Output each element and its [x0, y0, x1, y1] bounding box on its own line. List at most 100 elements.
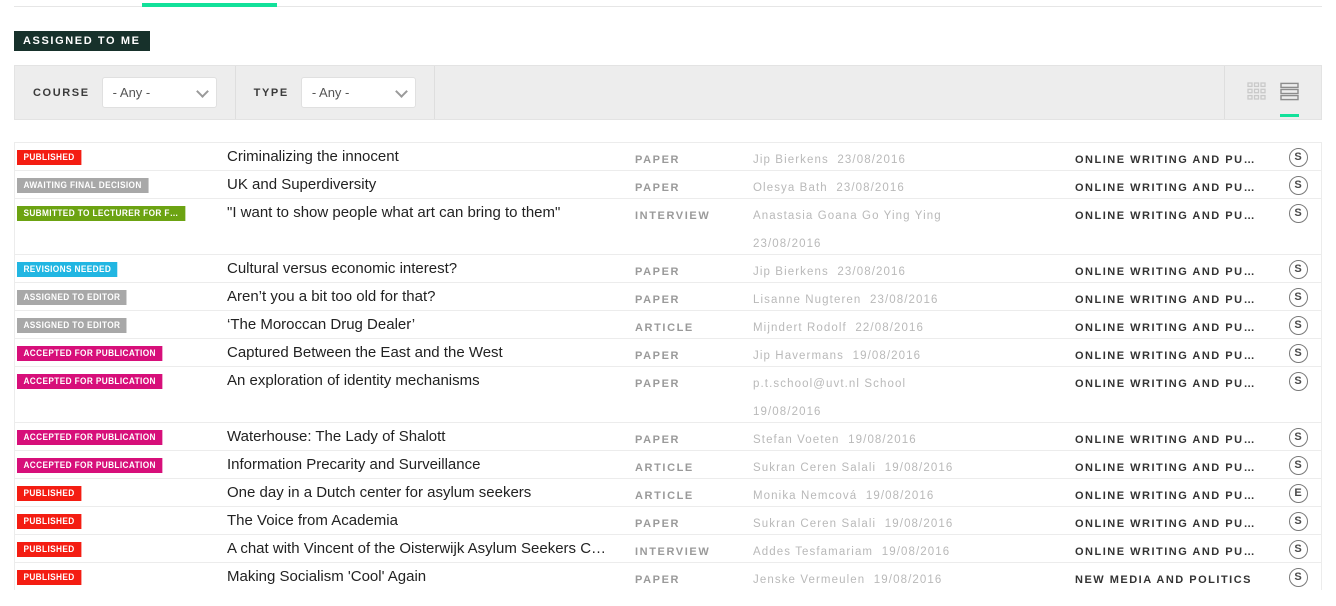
meta-cell: Jip Bierkens 23/08/2016	[753, 143, 1075, 169]
course-label: ONLINE WRITING AND PU…	[1075, 546, 1257, 559]
table-row[interactable]: PUBLISHED Criminalizing the innocent PAPER…	[15, 142, 1321, 170]
role-badge-icon[interactable]: S	[1288, 260, 1308, 280]
assignment-title-link[interactable]: One day in a Dutch center for asylum see…	[227, 484, 531, 501]
course-select[interactable]: - Any -	[101, 77, 217, 109]
table-row[interactable]: PUBLISHED The Voice from Academia PAPER Suk…	[15, 506, 1321, 534]
date-label: 19/08/2016	[844, 350, 922, 363]
role-marker-cell: S	[1275, 171, 1321, 196]
content-type-label: PAPER	[635, 266, 681, 279]
role-badge-icon[interactable]: S	[1288, 344, 1308, 364]
course-cell: ONLINE WRITING AND PU…	[1075, 199, 1275, 225]
author-label: p.t.school@uvt.nl School	[753, 378, 907, 391]
meta-cell: Sukran Ceren Salali 19/08/2016	[753, 507, 1075, 533]
assignment-title-link[interactable]: ‘The Moroccan Drug Dealer’	[227, 316, 415, 333]
role-marker-cell: E	[1275, 479, 1321, 504]
assignment-title-link[interactable]: Information Precarity and Surveillance	[227, 456, 480, 473]
type-cell: PAPER	[635, 339, 753, 365]
role-marker-cell: S	[1275, 367, 1321, 392]
assignment-title-link[interactable]: UK and Superdiversity	[227, 176, 376, 193]
role-badge-icon[interactable]: S	[1288, 204, 1308, 224]
date-label: 23/08/2016	[827, 182, 905, 195]
assignment-title-link[interactable]: An exploration of identity mechanisms	[227, 372, 480, 389]
role-badge-icon[interactable]: S	[1288, 288, 1308, 308]
status-cell: ACCEPTED FOR PUBLICATION	[15, 423, 227, 446]
course-filter-label: COURSE	[33, 86, 90, 99]
role-badge-icon[interactable]: S	[1288, 540, 1308, 560]
status-badge: PUBLISHED	[17, 570, 82, 586]
content-type-label: INTERVIEW	[635, 546, 711, 559]
role-badge-icon[interactable]: S	[1288, 148, 1308, 168]
table-row[interactable]: PUBLISHED A chat with Vincent of the Oist…	[15, 534, 1321, 562]
role-badge-icon[interactable]: S	[1288, 176, 1308, 196]
type-cell: INTERVIEW	[635, 535, 753, 561]
role-badge-icon[interactable]: S	[1288, 428, 1308, 448]
title-cell: Information Precarity and Surveillance	[227, 451, 635, 476]
title-cell: An exploration of identity mechanisms	[227, 367, 635, 392]
table-row[interactable]: PUBLISHED Making Socialism 'Cool' Again PA…	[15, 562, 1321, 590]
course-cell: ONLINE WRITING AND PU…	[1075, 283, 1275, 309]
author-label: Monika Nemcová	[753, 490, 858, 503]
course-label: ONLINE WRITING AND PU…	[1075, 490, 1257, 503]
role-badge-icon[interactable]: S	[1288, 372, 1308, 392]
date-label: 19/08/2016	[876, 462, 954, 475]
list-view-icon[interactable]	[1280, 82, 1299, 118]
course-label: ONLINE WRITING AND PU…	[1075, 182, 1257, 195]
course-label: ONLINE WRITING AND PU…	[1075, 378, 1257, 391]
title-cell: The Voice from Academia	[227, 507, 635, 532]
status-badge: PUBLISHED	[17, 486, 82, 502]
table-row[interactable]: SUBMITTED TO LECTURER FOR F… "I want to s…	[15, 198, 1321, 254]
status-badge: AWAITING FINAL DECISION	[17, 178, 149, 194]
type-cell: PAPER	[635, 283, 753, 309]
grid-view-icon[interactable]	[1247, 82, 1266, 103]
table-row[interactable]: PUBLISHED One day in a Dutch center for a…	[15, 478, 1321, 506]
assignment-title-link[interactable]: Making Socialism 'Cool' Again	[227, 568, 426, 585]
author-label: Olesya Bath	[753, 182, 828, 195]
assignment-title-link[interactable]: Criminalizing the innocent	[227, 148, 399, 165]
role-marker-cell: S	[1275, 423, 1321, 448]
table-row[interactable]: AWAITING FINAL DECISION UK and Superdiver…	[15, 170, 1321, 198]
author-label: Sukran Ceren Salali	[753, 462, 877, 475]
table-row[interactable]: ACCEPTED FOR PUBLICATION Captured Between…	[15, 338, 1321, 366]
author-label: Jip Bierkens	[753, 154, 829, 167]
role-badge-icon[interactable]: S	[1288, 456, 1308, 476]
status-badge: ASSIGNED TO EDITOR	[17, 290, 127, 306]
assignment-title-link[interactable]: "I want to show people what art can brin…	[227, 204, 560, 221]
course-label: ONLINE WRITING AND PU…	[1075, 210, 1257, 223]
status-cell: PUBLISHED	[15, 143, 227, 166]
table-row[interactable]: ASSIGNED TO EDITOR ‘The Moroccan Drug Dea…	[15, 310, 1321, 338]
table-row[interactable]: REVISIONS NEEDED Cultural versus economic…	[15, 254, 1321, 282]
view-toggle	[1225, 66, 1321, 119]
course-cell: ONLINE WRITING AND PU…	[1075, 507, 1275, 533]
table-row[interactable]: ASSIGNED TO EDITOR Aren’t you a bit too o…	[15, 282, 1321, 310]
role-badge-icon[interactable]: S	[1288, 568, 1308, 588]
assignment-title-link[interactable]: Aren’t you a bit too old for that?	[227, 288, 435, 305]
date-label: 19/08/2016	[753, 406, 822, 419]
type-cell: PAPER	[635, 143, 753, 169]
assignment-title-link[interactable]: Waterhouse: The Lady of Shalott	[227, 428, 445, 445]
table-row[interactable]: ACCEPTED FOR PUBLICATION Waterhouse: The …	[15, 422, 1321, 450]
assignment-title-link[interactable]: Captured Between the East and the West	[227, 344, 503, 361]
course-cell: NEW MEDIA AND POLITICS	[1075, 563, 1275, 589]
author-label: Anastasia Goana Go Ying Ying	[753, 210, 942, 223]
status-cell: ASSIGNED TO EDITOR	[15, 311, 227, 334]
table-row[interactable]: ACCEPTED FOR PUBLICATION Information Prec…	[15, 450, 1321, 478]
course-cell: ONLINE WRITING AND PU…	[1075, 367, 1275, 393]
status-badge: REVISIONS NEEDED	[17, 262, 118, 278]
assignment-title-link[interactable]: The Voice from Academia	[227, 512, 398, 529]
role-badge-icon[interactable]: S	[1288, 512, 1308, 532]
assignment-title-link[interactable]: A chat with Vincent of the Oisterwijk As…	[227, 540, 606, 557]
type-cell: PAPER	[635, 367, 753, 393]
meta-cell: Lisanne Nugteren 23/08/2016	[753, 283, 1075, 309]
type-select[interactable]: - Any -	[300, 77, 416, 109]
role-badge-icon[interactable]: E	[1288, 484, 1308, 504]
filter-bar: COURSE - Any - TYPE - Any -	[14, 65, 1322, 121]
role-badge-icon[interactable]: S	[1288, 316, 1308, 336]
type-cell: INTERVIEW	[635, 199, 753, 225]
table-row[interactable]: ACCEPTED FOR PUBLICATION An exploration o…	[15, 366, 1321, 422]
assignments-table: PUBLISHED Criminalizing the innocent PAPER…	[14, 142, 1322, 591]
tab-strip	[14, 0, 1322, 7]
assignment-title-link[interactable]: Cultural versus economic interest?	[227, 260, 457, 277]
author-label: Jip Bierkens	[753, 266, 829, 279]
meta-cell: Addes Tesfamariam 19/08/2016	[753, 535, 1075, 561]
status-cell: PUBLISHED	[15, 535, 227, 558]
